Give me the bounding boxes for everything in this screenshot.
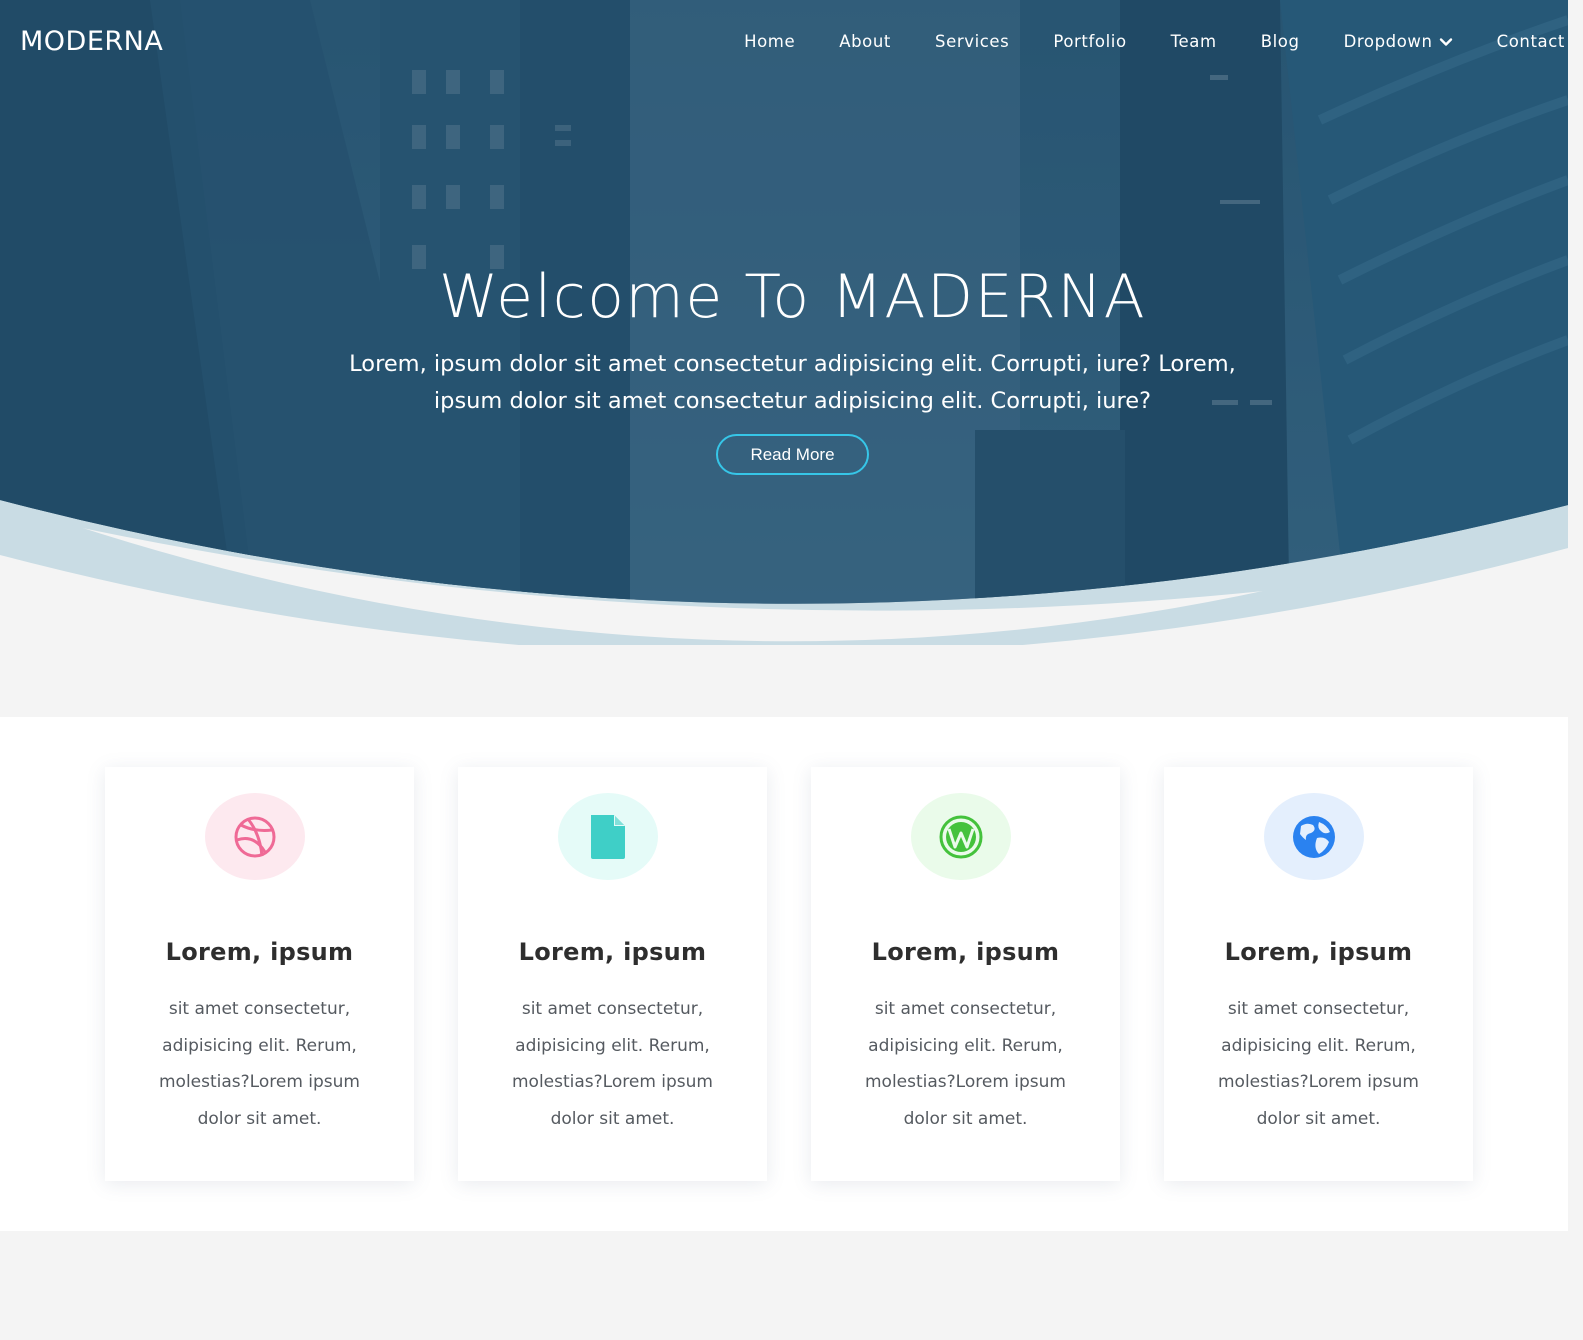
feature-title: Lorem, ipsum [518,938,707,966]
feature-card: Lorem, ipsum sit amet consectetur, adipi… [105,767,414,1181]
nav-link-home[interactable]: Home [744,32,795,51]
wordpress-icon [939,815,983,858]
nav-dropdown-label: Dropdown [1343,32,1433,51]
feature-title: Lorem, ipsum [1224,938,1413,966]
feature-icon-circle [911,793,1011,880]
nav-link-portfolio[interactable]: Portfolio [1053,32,1126,51]
feature-icon-circle [558,793,658,880]
feature-icon-circle [1264,793,1364,880]
features-section: Lorem, ipsum sit amet consectetur, adipi… [0,717,1568,1231]
feature-title: Lorem, ipsum [165,938,354,966]
nav-link-about[interactable]: About [839,32,891,51]
site-logo[interactable]: MODERNA [20,26,163,57]
nav-link-services[interactable]: Services [935,32,1009,51]
hero-title: Welcome To MADERNA [438,262,1147,332]
hero-section: MODERNA Home About Services Portfolio Te… [0,0,1568,645]
globe-icon [1293,815,1335,858]
chevron-down-icon [1439,37,1452,46]
file-icon [591,814,625,859]
feature-card: Lorem, ipsum sit amet consectetur, adipi… [1164,767,1473,1181]
nav-link-contact[interactable]: Contact [1497,32,1565,51]
feature-text: sit amet consectetur, adipisicing elit. … [511,999,713,1129]
feature-title: Lorem, ipsum [871,938,1060,966]
feature-text: sit amet consectetur, adipisicing elit. … [158,999,360,1129]
feature-icon-circle [205,793,305,880]
hero-subtitle: Lorem, ipsum dolor sit amet consectetur … [349,351,1236,414]
dribbble-icon [234,816,276,857]
nav-link-blog[interactable]: Blog [1261,32,1300,51]
feature-card: Lorem, ipsum sit amet consectetur, adipi… [811,767,1120,1181]
feature-text: sit amet consectetur, adipisicing elit. … [1217,999,1419,1129]
navbar: MODERNA Home About Services Portfolio Te… [0,0,1568,86]
feature-card: Lorem, ipsum sit amet consectetur, adipi… [458,767,767,1181]
feature-text: sit amet consectetur, adipisicing elit. … [864,999,1066,1129]
nav-link-team[interactable]: Team [1171,32,1217,51]
nav-menu: Home About Services Portfolio Team Blog … [700,32,1565,51]
nav-link-dropdown[interactable]: Dropdown [1344,32,1453,51]
read-more-button[interactable]: Read More [716,434,869,475]
